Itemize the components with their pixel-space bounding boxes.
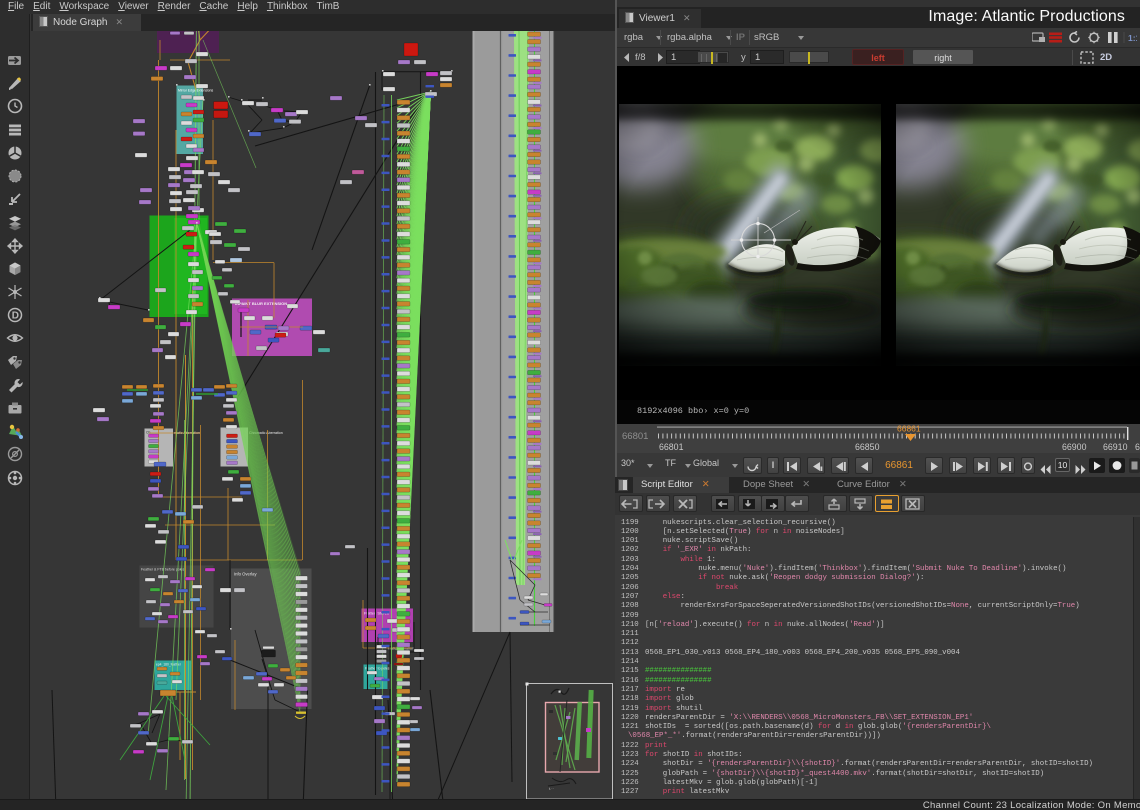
svg-text:66850: 66850 [855,442,880,452]
svg-text:66900: 66900 [1062,442,1087,452]
svg-text:Feather to poles: Feather to poles [365,667,390,671]
svg-text:66910: 66910 [1103,442,1128,452]
svg-text:6: 6 [1135,442,1140,452]
svg-text:1:1: 1:1 [1128,33,1137,43]
svg-text:INPAINT BLUR EXTENSION: INPAINT BLUR EXTENSION [235,301,287,306]
svg-text:66861: 66861 [897,424,921,434]
svg-text:D: D [12,311,19,322]
svg-text:66801: 66801 [659,442,684,452]
svg-text:Info Overlay: Info Overlay [234,572,257,577]
svg-text:t.··: t.·· [549,786,554,791]
